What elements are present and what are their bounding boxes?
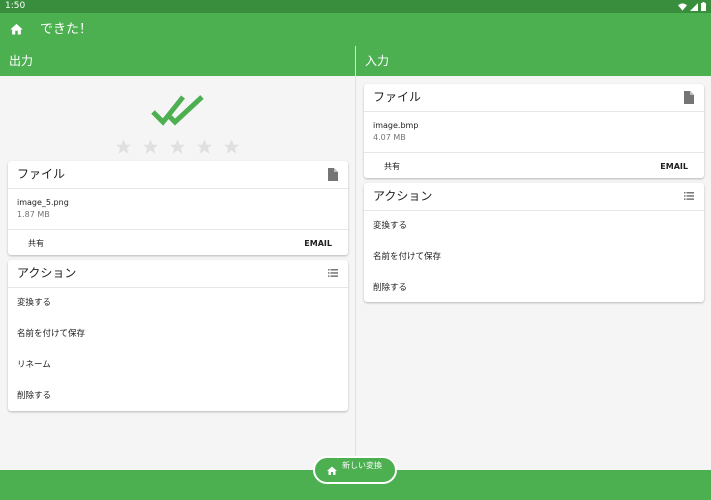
input-file-name: image.bmp	[373, 121, 419, 130]
output-actions-card: アクション 変換する 名前を付けて保存 リネーム 削除する	[8, 260, 348, 411]
rating-bar[interactable]	[114, 138, 241, 156]
input-file-info: image.bmp 4.07 MB	[364, 112, 704, 153]
output-file-card: ファイル image_5.png 1.87 MB 共有 EMAIL	[8, 161, 348, 255]
output-file-actions: 共有 EMAIL	[8, 230, 348, 257]
input-action-save-as[interactable]: 名前を付けて保存	[364, 242, 704, 273]
input-header: 入力	[356, 46, 711, 76]
input-file-card-header: ファイル	[364, 84, 704, 112]
status-icons	[678, 0, 706, 13]
star-icon[interactable]	[222, 138, 241, 156]
signal-icon	[690, 2, 698, 11]
new-conversion-label: 新しい変換	[342, 461, 382, 470]
output-email-button[interactable]: EMAIL	[304, 230, 332, 257]
input-file-card: ファイル image.bmp 4.07 MB 共有 EMAIL	[364, 84, 704, 178]
output-file-name: image_5.png	[17, 198, 69, 207]
output-file-size: 1.87 MB	[17, 210, 50, 219]
list-icon	[684, 192, 694, 200]
output-file-card-header: ファイル	[8, 161, 348, 189]
input-file-size: 4.07 MB	[373, 133, 406, 142]
output-action-delete[interactable]: 削除する	[8, 381, 348, 412]
input-actions-card: アクション 変換する 名前を付けて保存 削除する	[364, 183, 704, 302]
output-file-title: ファイル	[17, 167, 66, 181]
star-icon[interactable]	[168, 138, 187, 156]
input-file-actions: 共有 EMAIL	[364, 153, 704, 180]
status-time: 1:50	[5, 1, 26, 11]
battery-icon	[701, 2, 706, 11]
app-title: できた！	[40, 22, 93, 37]
app-bar: できた！	[0, 13, 711, 46]
wifi-icon	[678, 2, 687, 11]
output-header: 出力	[0, 46, 355, 76]
input-file-title: ファイル	[373, 90, 422, 104]
status-bar: 1:50	[0, 0, 711, 13]
star-icon[interactable]	[114, 138, 133, 156]
output-file-info: image_5.png 1.87 MB	[8, 189, 348, 230]
star-icon[interactable]	[141, 138, 160, 156]
star-icon[interactable]	[195, 138, 214, 156]
input-email-button[interactable]: EMAIL	[660, 153, 688, 180]
list-icon	[328, 269, 338, 277]
input-action-delete[interactable]: 削除する	[364, 273, 704, 304]
input-action-convert[interactable]: 変換する	[364, 211, 704, 242]
home-icon	[327, 466, 337, 475]
column-divider	[355, 46, 356, 470]
output-share-button[interactable]: 共有	[28, 230, 44, 257]
done-all-icon	[151, 95, 204, 126]
input-actions-title: アクション	[373, 189, 433, 203]
file-icon	[328, 168, 338, 181]
input-share-button[interactable]: 共有	[384, 153, 400, 180]
home-icon[interactable]	[9, 22, 24, 37]
output-action-convert[interactable]: 変換する	[8, 288, 348, 319]
output-actions-title: アクション	[17, 266, 77, 280]
input-actions-header: アクション	[364, 183, 704, 211]
output-action-rename[interactable]: リネーム	[8, 350, 348, 381]
file-icon	[684, 91, 694, 104]
output-actions-header: アクション	[8, 260, 348, 288]
output-action-save-as[interactable]: 名前を付けて保存	[8, 319, 348, 350]
new-conversion-button[interactable]: 新しい変換	[313, 456, 397, 484]
